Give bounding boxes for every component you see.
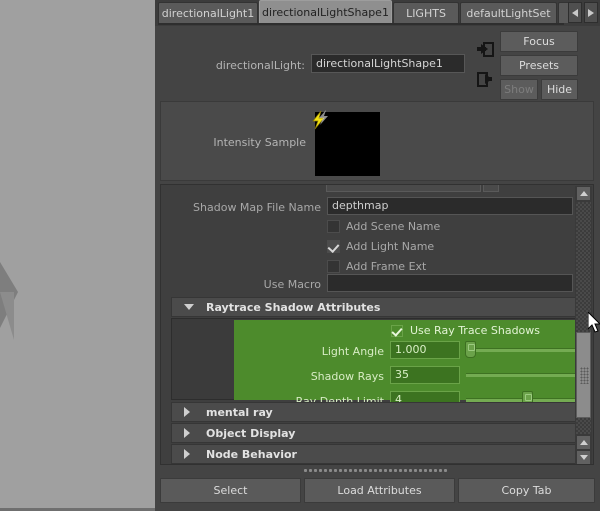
chevron-right-icon — [184, 407, 190, 417]
focus-button[interactable]: Focus — [500, 31, 578, 52]
light-angle-slider-track[interactable] — [466, 348, 576, 352]
scrollbar-thumb[interactable] — [576, 332, 591, 418]
section-title-node-behavior: Node Behavior — [206, 448, 297, 461]
intensity-sample-group: Intensity Sample — [160, 101, 594, 181]
use-ray-trace-shadows-checkbox[interactable] — [391, 325, 403, 337]
node-header-row: directionalLight: Focus Presets Show — [155, 28, 600, 100]
light-angle-label: Light Angle — [321, 345, 384, 358]
chevron-right-icon — [184, 428, 190, 438]
shadow-map-file-name-value[interactable]: depthmap — [327, 197, 573, 215]
clipped-field-above[interactable] — [326, 185, 481, 192]
show-button[interactable]: Show — [500, 79, 538, 100]
tab-directional-light1[interactable]: directionalLight1 — [158, 2, 258, 23]
tab-underline — [158, 23, 564, 25]
scroll-up-arrow-icon[interactable] — [576, 186, 591, 201]
node-type-label: directionalLight: — [215, 59, 305, 72]
attribute-editor-window: directionalLight1 directionalLightShape1… — [0, 0, 600, 511]
intensity-sample-label: Intensity Sample — [213, 136, 306, 149]
attribute-scroll-area: Shadow Map File Name depthmap Add Scene … — [160, 184, 594, 465]
shadow-map-file-name-label: Shadow Map File Name — [193, 201, 321, 214]
scrollbar-grip-icon — [580, 367, 589, 384]
arrow-out-of-box-right-icon[interactable] — [477, 72, 494, 87]
attribute-editor-panel: directionalLight1 directionalLightShape1… — [155, 0, 600, 511]
clipped-button-above[interactable] — [483, 185, 499, 192]
section-header-mental-ray[interactable]: mental ray — [171, 402, 576, 422]
use-macro-value[interactable] — [327, 274, 573, 292]
use-macro-label: Use Macro — [263, 278, 321, 291]
node-name-input[interactable] — [311, 54, 465, 73]
arrow-into-box-left-icon[interactable] — [477, 42, 494, 57]
light-angle-value[interactable]: 1.000 — [390, 341, 460, 359]
shadow-rays-label: Shadow Rays — [310, 370, 384, 383]
scroll-down-arrow-icon[interactable] — [576, 450, 591, 464]
add-light-name-checkbox[interactable] — [327, 240, 340, 253]
light-angle-slider-handle[interactable] — [465, 341, 476, 358]
shadow-rays-value[interactable]: 35 — [390, 366, 460, 384]
chevron-down-icon — [184, 304, 194, 310]
tab-scroll-controls — [568, 2, 598, 24]
add-scene-name-checkbox[interactable] — [327, 220, 340, 233]
presets-button[interactable]: Presets — [500, 55, 578, 76]
select-button[interactable]: Select — [160, 478, 301, 503]
scroll-up-arrow-icon-bottom[interactable] — [576, 435, 591, 450]
lightning-bolt-icon — [310, 110, 330, 130]
copy-tab-button[interactable]: Copy Tab — [458, 478, 595, 503]
chevron-left-icon[interactable] — [568, 2, 582, 23]
tab-directional-light-shape1[interactable]: directionalLightShape1 — [259, 0, 392, 24]
raytrace-attributes-body: Use Ray Trace Shadows Light Angle 1.000 … — [171, 318, 576, 409]
tab-bar: directionalLight1 directionalLightShape1… — [155, 0, 600, 26]
hide-button[interactable]: Hide — [541, 79, 578, 100]
raytrace-highlight-region: Use Ray Trace Shadows Light Angle 1.000 … — [234, 320, 576, 409]
tab-default-light-set[interactable]: defaultLightSet — [460, 2, 557, 23]
mouse-pointer-icon — [587, 310, 600, 334]
section-header-object-display[interactable]: Object Display — [171, 423, 576, 443]
add-frame-ext-checkbox[interactable] — [327, 260, 340, 273]
tab-lights[interactable]: LIGHTS — [393, 2, 459, 23]
section-header-node-behavior[interactable]: Node Behavior — [171, 444, 576, 464]
chevron-right-icon[interactable] — [584, 2, 598, 23]
tab-overflow[interactable]: i — [558, 2, 568, 23]
viewport-geometry-shape-secondary — [0, 292, 14, 340]
load-attributes-button[interactable]: Load Attributes — [304, 478, 455, 503]
viewport-3d[interactable] — [0, 0, 155, 511]
shadow-rays-slider-track[interactable] — [466, 373, 576, 377]
section-title-mental-ray: mental ray — [206, 406, 273, 419]
add-light-name-label: Add Light Name — [346, 240, 435, 253]
section-title-object-display: Object Display — [206, 427, 296, 440]
chevron-right-icon — [184, 449, 190, 459]
section-header-raytrace-shadow-attributes[interactable]: Raytrace Shadow Attributes — [171, 297, 576, 317]
add-scene-name-label: Add Scene Name — [346, 220, 441, 233]
panel-drag-handle[interactable] — [303, 468, 448, 473]
attribute-list: Shadow Map File Name depthmap Add Scene … — [171, 185, 576, 464]
section-title-raytrace: Raytrace Shadow Attributes — [206, 301, 381, 314]
use-ray-trace-shadows-label: Use Ray Trace Shadows — [410, 324, 541, 337]
add-frame-ext-label: Add Frame Ext — [346, 260, 427, 273]
